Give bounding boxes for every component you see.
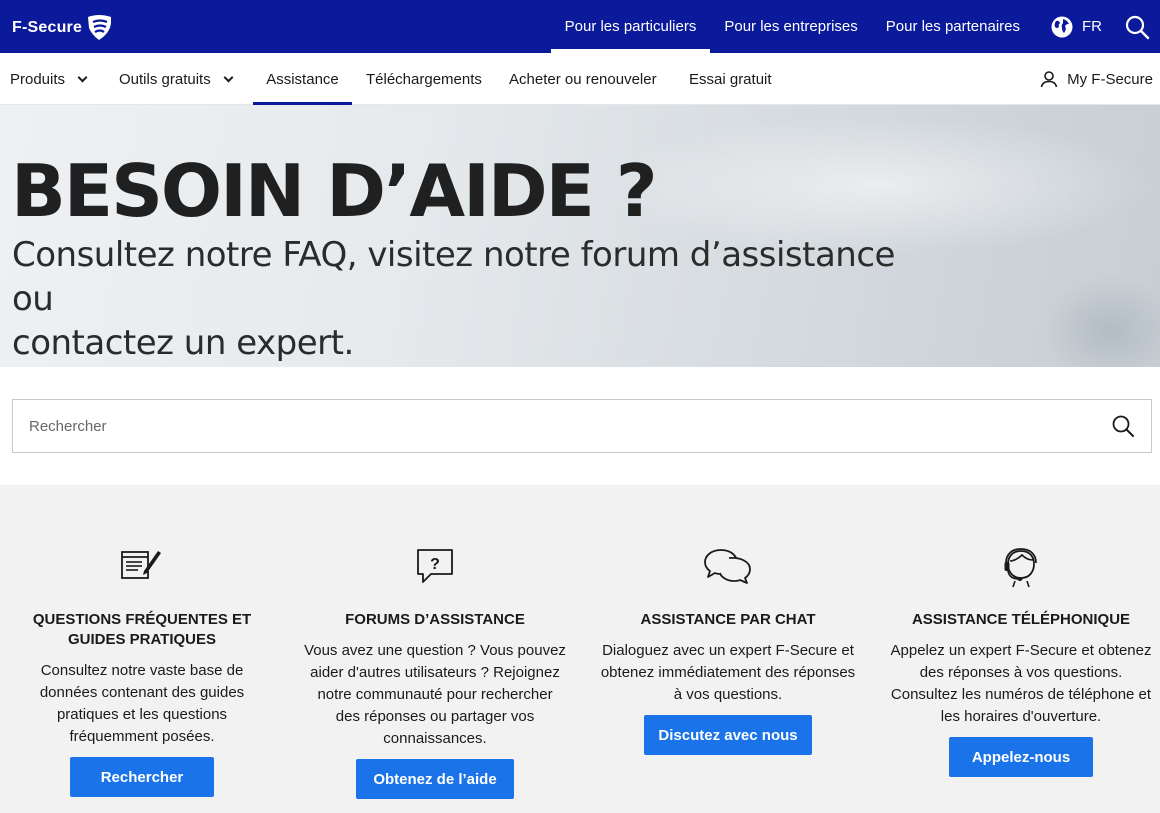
language-label: FR bbox=[1082, 18, 1102, 35]
subnav-produits[interactable]: Produits bbox=[10, 53, 88, 105]
top-bar: F-Secure Pour les particuliers Pour les … bbox=[0, 0, 1160, 53]
card-desc-line: notre communauté pour rechercher bbox=[317, 686, 553, 703]
card-desc-line: Consultez notre vaste base de bbox=[40, 662, 244, 679]
topnav-label: Pour les particuliers bbox=[564, 18, 697, 35]
hero-subtitle: Consultez notre FAQ, visitez notre forum… bbox=[12, 233, 912, 365]
subnav-assistance[interactable]: Assistance bbox=[253, 53, 352, 105]
svg-text:?: ? bbox=[430, 556, 440, 573]
user-icon bbox=[1040, 71, 1058, 88]
search-input[interactable] bbox=[13, 400, 1095, 452]
topnav-label: Pour les partenaires bbox=[885, 18, 1020, 35]
subnav-label: Acheter ou renouveler bbox=[509, 70, 657, 88]
card-desc-line: à vos questions. bbox=[673, 686, 783, 703]
card-desc-line: les horaires d'ouverture. bbox=[940, 708, 1102, 725]
card-title-line: QUESTIONS FRÉQUENTES ET bbox=[32, 611, 252, 628]
f-secure-logo[interactable]: F-Secure bbox=[12, 12, 114, 44]
top-nav: Pour les particuliers Pour les entrepris… bbox=[550, 0, 1160, 53]
hero-subtitle-line: Consultez notre FAQ, visitez notre forum… bbox=[12, 235, 895, 319]
card-title-line: ASSISTANCE PAR CHAT bbox=[640, 611, 816, 628]
secondary-nav: Produits Outils gratuits Assistance Télé… bbox=[0, 53, 1160, 105]
language-selector[interactable]: FR bbox=[1034, 0, 1118, 53]
card-desc-line: Dialoguez avec un expert F-Secure et bbox=[602, 642, 854, 659]
search-icon bbox=[1112, 415, 1134, 437]
topnav-label: Pour les entreprises bbox=[724, 18, 858, 35]
header-search-button[interactable] bbox=[1118, 0, 1160, 53]
notepad-pen-icon bbox=[120, 547, 164, 588]
search-icon bbox=[1125, 15, 1150, 39]
hero-subtitle-line: contactez un expert. bbox=[12, 323, 354, 363]
chevron-down-icon bbox=[77, 72, 88, 82]
card-desc-line: Vous avez une question ? Vous pouvez bbox=[304, 642, 566, 659]
topnav-partenaires[interactable]: Pour les partenaires bbox=[872, 0, 1034, 53]
chat-bubbles-icon bbox=[703, 547, 753, 590]
subnav-outils-gratuits[interactable]: Outils gratuits bbox=[119, 53, 234, 105]
card-desc-line: données contenant des guides bbox=[39, 684, 245, 701]
topnav-particuliers[interactable]: Pour les particuliers bbox=[550, 0, 711, 53]
card-desc-line: des réponses à vos questions. bbox=[919, 664, 1123, 681]
subnav-telechargements[interactable]: Téléchargements bbox=[366, 53, 482, 105]
card-description: Dialoguez avec un expert F-Secure et obt… bbox=[593, 640, 863, 706]
subnav-essai-gratuit[interactable]: Essai gratuit bbox=[689, 53, 772, 105]
card-desc-line: connaissances. bbox=[383, 730, 487, 747]
card-desc-line: aider d'autres utilisateurs ? Rejoignez bbox=[310, 664, 560, 681]
subnav-label: Outils gratuits bbox=[119, 70, 211, 88]
globe-icon bbox=[1051, 16, 1073, 37]
support-options: QUESTIONS FRÉQUENTES ET GUIDES PRATIQUES… bbox=[0, 485, 1160, 813]
card-description: Vous avez une question ? Vous pouvez aid… bbox=[300, 640, 570, 750]
support-search bbox=[12, 399, 1152, 453]
card-desc-line: Appelez un expert F-Secure et obtenez bbox=[890, 642, 1152, 659]
card-title: ASSISTANCE PAR CHAT bbox=[593, 610, 863, 630]
card-title-line: GUIDES PRATIQUES bbox=[67, 631, 217, 648]
question-bubble-icon: ? bbox=[415, 547, 455, 590]
card-desc-line: Consultez les numéros de téléphone et bbox=[890, 686, 1152, 703]
topnav-entreprises[interactable]: Pour les entreprises bbox=[710, 0, 871, 53]
get-help-button[interactable]: Obtenez de l’aide bbox=[356, 759, 514, 799]
my-fsecure-link[interactable]: My F-Secure bbox=[1039, 53, 1153, 105]
subnav-label: Assistance bbox=[266, 70, 339, 88]
page-title: BESOIN D’AIDE ? bbox=[11, 149, 658, 233]
card-title: ASSISTANCE TÉLÉPHONIQUE bbox=[886, 610, 1156, 630]
card-description: Consultez notre vaste base de données co… bbox=[12, 660, 272, 748]
card-desc-line: fréquemment posées. bbox=[69, 728, 215, 745]
search-faq-button[interactable]: Rechercher bbox=[70, 757, 214, 797]
subnav-acheter[interactable]: Acheter ou renouveler bbox=[509, 53, 657, 105]
logo-text: F-Secure bbox=[12, 19, 83, 36]
card-title: QUESTIONS FRÉQUENTES ET GUIDES PRATIQUES bbox=[12, 610, 272, 650]
chevron-down-icon bbox=[223, 72, 234, 82]
headset-agent-icon bbox=[1003, 547, 1039, 594]
subnav-label: Essai gratuit bbox=[689, 70, 772, 88]
card-title: FORUMS D’ASSISTANCE bbox=[300, 610, 570, 630]
subnav-label: Téléchargements bbox=[366, 70, 482, 88]
card-desc-line: des réponses ou partager vos bbox=[335, 708, 535, 725]
hero-banner: BESOIN D’AIDE ? Consultez notre FAQ, vis… bbox=[0, 105, 1160, 367]
subnav-label: Produits bbox=[10, 70, 66, 88]
shield-logo-icon bbox=[88, 15, 112, 40]
card-title-line: FORUMS D’ASSISTANCE bbox=[345, 611, 525, 628]
hero-background-shape bbox=[1040, 275, 1160, 367]
chat-button[interactable]: Discutez avec nous bbox=[644, 715, 812, 755]
card-description: Appelez un expert F-Secure et obtenez de… bbox=[886, 640, 1156, 728]
card-desc-line: pratiques et les questions bbox=[56, 706, 228, 723]
card-desc-line: obtenez immédiatement des réponses bbox=[600, 664, 856, 681]
my-fsecure-label: My F-Secure bbox=[1067, 70, 1153, 88]
call-button[interactable]: Appelez-nous bbox=[949, 737, 1093, 777]
card-title-line: ASSISTANCE TÉLÉPHONIQUE bbox=[911, 611, 1131, 628]
search-button[interactable] bbox=[1095, 400, 1151, 452]
